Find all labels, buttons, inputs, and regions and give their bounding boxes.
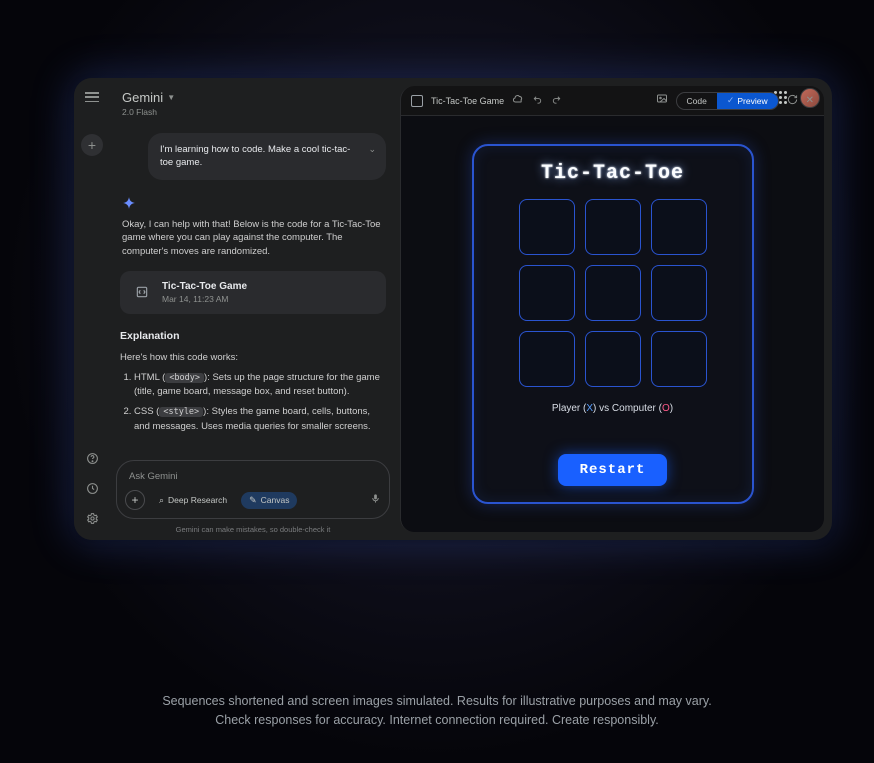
- board-cell[interactable]: [651, 265, 707, 321]
- code-snippet: <body>: [165, 373, 204, 383]
- close-icon[interactable]: ✕: [806, 95, 814, 106]
- game-board: [519, 199, 707, 387]
- chevron-down-icon[interactable]: ⌄: [368, 143, 376, 156]
- assistant-intro: Okay, I can help with that! Below is the…: [120, 218, 386, 259]
- cloud-icon[interactable]: [512, 93, 524, 108]
- board-cell[interactable]: [651, 199, 707, 255]
- microphone-icon[interactable]: [370, 493, 381, 507]
- menu-icon[interactable]: [85, 92, 99, 102]
- undo-icon[interactable]: [532, 94, 543, 108]
- brand-name[interactable]: Gemini: [122, 90, 163, 105]
- user-message: I'm learning how to code. Make a cool ti…: [148, 133, 386, 180]
- brand-subtitle: 2.0 Flash: [122, 107, 384, 117]
- check-icon: ✓: [727, 95, 735, 106]
- chat-column: Gemini ▼ 2.0 Flash I'm learning how to c…: [110, 78, 400, 540]
- image-icon[interactable]: [656, 93, 668, 108]
- explanation-list: HTML (<body>): Sets up the page structur…: [134, 371, 386, 434]
- canvas-type-icon: [411, 95, 423, 107]
- deep-research-chip[interactable]: ⌕Deep Research: [151, 492, 235, 509]
- artifact-title: Tic-Tac-Toe Game: [162, 281, 247, 292]
- settings-icon[interactable]: [86, 512, 99, 528]
- history-icon[interactable]: [86, 482, 99, 498]
- refresh-icon[interactable]: [787, 94, 798, 108]
- brand-caret-icon[interactable]: ▼: [167, 93, 175, 102]
- tab-code[interactable]: Code: [677, 93, 717, 109]
- explanation-heading: Explanation: [120, 330, 386, 342]
- board-cell[interactable]: [519, 199, 575, 255]
- artifact-timestamp: Mar 14, 11:23 AM: [162, 294, 247, 304]
- explanation-lead: Here's how this code works:: [120, 352, 386, 363]
- new-chat-button[interactable]: +: [81, 134, 103, 156]
- game-status: Player (X) vs Computer (O): [552, 403, 673, 414]
- composer-placeholder[interactable]: Ask Gemini: [125, 467, 381, 490]
- board-cell[interactable]: [585, 331, 641, 387]
- board-cell[interactable]: [585, 199, 641, 255]
- explanation-item: HTML (<body>): Sets up the page structur…: [134, 371, 386, 400]
- redo-icon[interactable]: [551, 94, 562, 108]
- canvas-chip[interactable]: ✎Canvas: [241, 492, 297, 509]
- board-cell[interactable]: [519, 331, 575, 387]
- composer[interactable]: Ask Gemini + ⌕Deep Research ✎Canvas: [116, 460, 390, 519]
- brand-block: Gemini ▼ 2.0 Flash: [116, 84, 390, 127]
- canvas-panel: Tic-Tac-Toe Game Code ✓Preview ✕: [400, 86, 824, 532]
- board-cell[interactable]: [519, 265, 575, 321]
- disclaimer: Gemini can make mistakes, so double-chec…: [116, 525, 390, 534]
- left-rail: +: [74, 78, 110, 540]
- restart-button[interactable]: Restart: [558, 454, 668, 486]
- footnote: Sequences shortened and screen images si…: [0, 692, 874, 730]
- help-icon[interactable]: [86, 452, 99, 468]
- explanation-item: CSS (<style>): Styles the game board, ce…: [134, 405, 386, 434]
- gemini-spark-icon: [122, 196, 136, 210]
- code-snippet: <style>: [159, 407, 203, 417]
- user-message-text: I'm learning how to code. Make a cool ti…: [160, 144, 350, 168]
- telescope-icon: ⌕: [159, 495, 164, 506]
- canvas-toolbar: Tic-Tac-Toe Game Code ✓Preview ✕: [401, 86, 824, 116]
- artifact-card[interactable]: Tic-Tac-Toe Game Mar 14, 11:23 AM: [120, 271, 386, 314]
- app-window: + Gemini ▼ 2.0 Flash: [74, 78, 832, 540]
- attach-button[interactable]: +: [125, 490, 145, 510]
- preview-stage: Tic-Tac-Toe Player (X) vs Computer (O): [401, 116, 824, 532]
- code-preview-toggle[interactable]: Code ✓Preview: [676, 92, 779, 110]
- game-title: Tic-Tac-Toe: [541, 162, 684, 185]
- tab-preview[interactable]: ✓Preview: [717, 93, 778, 109]
- pen-icon: ✎: [249, 495, 257, 506]
- game-card: Tic-Tac-Toe Player (X) vs Computer (O): [472, 144, 754, 504]
- canvas-title: Tic-Tac-Toe Game: [431, 96, 504, 106]
- board-cell[interactable]: [651, 331, 707, 387]
- board-cell[interactable]: [585, 265, 641, 321]
- artifact-icon: [132, 282, 152, 302]
